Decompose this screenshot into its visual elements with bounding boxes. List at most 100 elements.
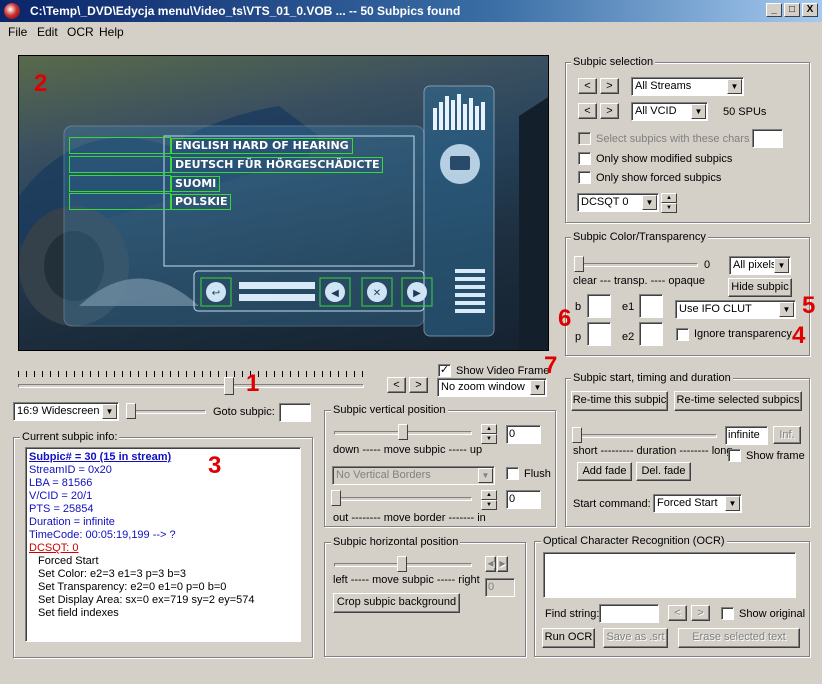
- menu-ocr[interactable]: OCR: [67, 25, 94, 39]
- dcsq-line[interactable]: DCSQT: 0: [29, 542, 297, 555]
- dcsqt-select[interactable]: DCSQT 0 ▼: [577, 193, 659, 212]
- close-button[interactable]: X: [802, 3, 818, 17]
- info-line: Duration = infinite: [29, 516, 115, 528]
- color-e2-swatch[interactable]: [639, 322, 663, 346]
- subtitle-option[interactable]: ENGLISH HARD OF HEARING: [171, 138, 353, 154]
- minimize-button[interactable]: _: [766, 3, 782, 17]
- subpic-selection-title: Subpic selection: [571, 56, 656, 68]
- show-frame-checkbox[interactable]: [728, 449, 741, 462]
- duration-track[interactable]: [575, 434, 717, 438]
- goto-slider-thumb[interactable]: [126, 403, 136, 419]
- ignore-transparency-label: Ignore transparency: [694, 328, 792, 340]
- stream-prev-button[interactable]: <: [578, 78, 597, 94]
- run-ocr-button[interactable]: Run OCR: [542, 628, 595, 648]
- info-line: StreamID = 0x20: [29, 464, 112, 476]
- hide-subpic-button[interactable]: Hide subpic: [728, 278, 792, 297]
- maximize-button[interactable]: □: [784, 3, 800, 17]
- command-line: Set Display Area: sx=0 ex=719 sy=2 ey=57…: [38, 594, 255, 606]
- retime-button[interactable]: Re-time this subpic: [571, 391, 668, 411]
- only-modified-checkbox[interactable]: [578, 152, 591, 165]
- add-fade-button[interactable]: Add fade: [577, 462, 632, 481]
- show-video-frame-label: Show Video Frame: [456, 365, 550, 377]
- info-line: V/CID = 20/1: [29, 490, 93, 502]
- clut-select[interactable]: Use IFO CLUT ▼: [675, 300, 796, 319]
- borders-select[interactable]: No Vertical Borders ▼: [332, 466, 495, 485]
- vertical-spinner[interactable]: ▲ ▼: [481, 424, 497, 444]
- vcid-select[interactable]: All VCID ▼: [631, 102, 708, 121]
- show-original-checkbox[interactable]: [721, 607, 734, 620]
- find-prev-button[interactable]: <: [668, 605, 687, 621]
- annotation-1: 1: [246, 370, 260, 397]
- title-bar: C:\Temp\_DVD\Edycja menu\Video_ts\VTS_01…: [0, 0, 822, 22]
- subtitle-option[interactable]: POLSKIE: [171, 194, 232, 210]
- video-preview[interactable]: ↩ ◀ ✕ ▶ ENGLISH HARD OF HEARING DEUTSCH FÜR…: [18, 55, 549, 351]
- timeline-track[interactable]: [18, 384, 364, 388]
- flush-checkbox[interactable]: [506, 467, 519, 480]
- only-forced-checkbox[interactable]: [578, 171, 591, 184]
- aspect-select[interactable]: 16:9 Widescreen ▼: [13, 402, 119, 421]
- save-srt-button[interactable]: Save as .srt: [603, 628, 668, 648]
- select-chars-checkbox[interactable]: [578, 132, 591, 145]
- menu-help[interactable]: Help: [99, 25, 124, 39]
- color-b-swatch[interactable]: [587, 294, 611, 318]
- dcsqt-spinner[interactable]: ▲ ▼: [661, 193, 677, 213]
- crop-background-button[interactable]: Crop subpic background: [333, 593, 460, 613]
- annotation-4: 4: [792, 322, 806, 349]
- retime-selected-button[interactable]: Re-time selected subpics: [674, 391, 802, 411]
- vcid-next-button[interactable]: >: [600, 103, 619, 119]
- chars-input[interactable]: [752, 129, 783, 148]
- horizontal-thumb[interactable]: [397, 556, 407, 572]
- find-next-button[interactable]: >: [691, 605, 710, 621]
- vcid-prev-button[interactable]: <: [578, 103, 597, 119]
- border-input[interactable]: 0: [506, 490, 541, 509]
- find-string-input[interactable]: [599, 604, 659, 623]
- annotation-5: 5: [802, 292, 816, 319]
- del-fade-button[interactable]: Del. fade: [636, 462, 691, 481]
- flush-label: Flush: [524, 468, 551, 480]
- show-video-frame-checkbox[interactable]: ✓: [438, 364, 451, 377]
- goto-input[interactable]: [279, 403, 311, 422]
- pixels-select[interactable]: All pixels ▼: [729, 256, 791, 275]
- window-title: C:\Temp\_DVD\Edycja menu\Video_ts\VTS_01…: [30, 4, 461, 18]
- color-e1-swatch[interactable]: [639, 294, 663, 318]
- color-p-swatch[interactable]: [587, 322, 611, 346]
- infinite-button[interactable]: Inf.: [773, 426, 801, 444]
- subpic-header[interactable]: Subpic# = 30 (15 in stream): [29, 451, 297, 464]
- next-subpic-button[interactable]: >: [409, 377, 428, 393]
- duration-scale: short --------- duration -------- long: [573, 445, 733, 457]
- highlight-box: [69, 156, 171, 173]
- border-spinner[interactable]: ▲ ▼: [481, 490, 497, 510]
- horizontal-right-button[interactable]: ▶: [497, 556, 508, 572]
- goto-label: Goto subpic:: [213, 406, 275, 418]
- find-string-label: Find string:: [545, 608, 600, 620]
- annotation-3: 3: [208, 452, 222, 479]
- duration-input[interactable]: infinite: [725, 426, 768, 445]
- annotation-6: 6: [558, 305, 572, 332]
- ocr-text-area[interactable]: [543, 552, 796, 598]
- prev-subpic-button[interactable]: <: [387, 377, 406, 393]
- ignore-transparency-checkbox[interactable]: [676, 328, 689, 341]
- border-track[interactable]: [334, 497, 472, 501]
- subpic-info-list[interactable]: Subpic# = 30 (15 in stream) StreamID = 0…: [25, 447, 301, 642]
- subtitle-option[interactable]: DEUTSCH FÜR HÖRGESCHÄDICTE: [171, 157, 384, 173]
- stream-next-button[interactable]: >: [600, 78, 619, 94]
- menu-file[interactable]: File: [8, 25, 27, 39]
- start-command-select[interactable]: Forced Start ▼: [653, 494, 742, 513]
- vertical-thumb[interactable]: [398, 424, 408, 440]
- border-thumb[interactable]: [331, 490, 341, 506]
- menu-edit[interactable]: Edit: [37, 25, 58, 39]
- subtitle-option[interactable]: SUOMI: [171, 176, 221, 192]
- erase-text-button[interactable]: Erase selected text: [678, 628, 800, 648]
- timeline-ticks: [18, 371, 364, 377]
- horizontal-left-button[interactable]: ◀: [485, 556, 496, 572]
- transparency-track[interactable]: [578, 263, 698, 267]
- transparency-thumb[interactable]: [574, 256, 584, 272]
- stream-select[interactable]: All Streams ▼: [631, 77, 744, 96]
- zoom-select[interactable]: No zoom window ▼: [437, 378, 547, 397]
- vertical-input[interactable]: 0: [506, 425, 541, 444]
- timeline-thumb[interactable]: [224, 377, 234, 395]
- duration-thumb[interactable]: [572, 427, 582, 443]
- horizontal-input[interactable]: 0: [485, 578, 515, 597]
- svg-text:↩: ↩: [212, 288, 220, 299]
- goto-slider-track[interactable]: [128, 410, 206, 414]
